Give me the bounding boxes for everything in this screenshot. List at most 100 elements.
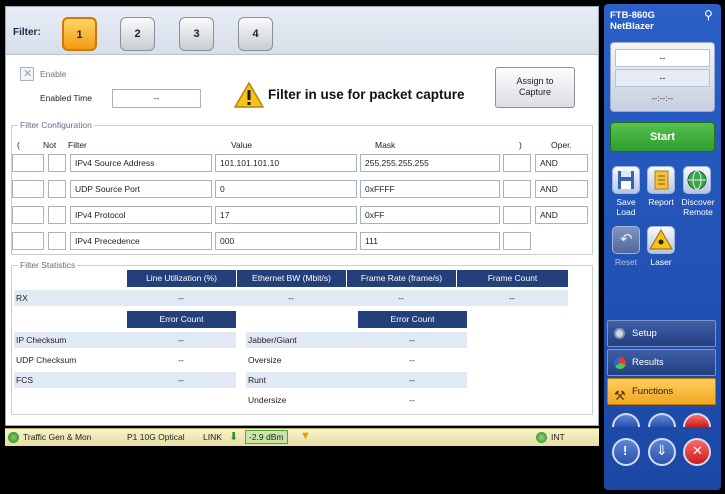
not-cell[interactable] — [48, 232, 66, 250]
save-label: Save — [616, 197, 636, 207]
close-paren-cell[interactable] — [503, 154, 531, 172]
col-open-paren: ( — [17, 140, 20, 150]
close-paren-cell[interactable] — [503, 232, 531, 250]
udp-checksum-value: -- — [178, 355, 184, 365]
not-cell[interactable] — [48, 206, 66, 224]
exit-button[interactable]: ✕ — [683, 438, 711, 466]
rx-ethernet-bw: -- — [288, 293, 294, 303]
minimize-button[interactable]: ⇓ — [648, 438, 676, 466]
close-icon: ✕ — [692, 443, 703, 458]
checkbox-x-icon: ✕ — [23, 68, 33, 80]
filter-panel: Filter: 1 2 3 4 ✕ Enable Enabled Time --… — [5, 6, 599, 426]
oper-cell[interactable]: AND — [535, 154, 588, 172]
mask-cell[interactable]: 0xFFFF — [360, 180, 500, 198]
globe-icon — [687, 170, 707, 190]
report-button[interactable] — [647, 166, 675, 194]
results-pie-icon — [614, 357, 626, 369]
menu-setup[interactable]: Setup — [607, 320, 716, 347]
reset-arrow-icon: ↶ — [620, 231, 633, 248]
mask-cell[interactable]: 255.255.255.255 — [360, 154, 500, 172]
udp-checksum-label: UDP Checksum — [16, 355, 77, 365]
menu-functions-label: Functions — [632, 386, 674, 397]
value-cell[interactable]: 101.101.101.10 — [215, 154, 357, 172]
value-cell[interactable]: 17 — [215, 206, 357, 224]
filter-tab-2[interactable]: 2 — [120, 17, 155, 51]
open-paren-cell[interactable] — [12, 206, 44, 224]
discover-label: Discover — [681, 197, 715, 207]
down-arrow-icon: ⇓ — [656, 442, 668, 458]
assign-to-capture-button[interactable]: Assign to Capture — [495, 67, 575, 108]
jabber-giant-label: Jabber/Giant — [248, 335, 297, 345]
discover-remote-button[interactable] — [683, 166, 711, 194]
app-name: Traffic Gen & Mon — [23, 432, 92, 442]
filter-cell[interactable]: IPv4 Source Address — [70, 154, 212, 172]
col-value: Value — [231, 140, 253, 150]
filter-cell[interactable]: IPv4 Protocol — [70, 206, 212, 224]
close-paren-cell[interactable] — [503, 180, 531, 198]
rx-label: RX — [16, 293, 28, 303]
open-paren-cell[interactable] — [12, 154, 44, 172]
close-paren-cell[interactable] — [503, 206, 531, 224]
filter-tab-3[interactable]: 3 — [179, 17, 214, 51]
runt-value: -- — [409, 375, 415, 385]
display-top: -- — [615, 49, 710, 67]
info-button[interactable]: ! — [612, 438, 640, 466]
filter-cell[interactable]: UDP Source Port — [70, 180, 212, 198]
help-icon[interactable]: ⚲ — [704, 8, 713, 22]
open-paren-cell[interactable] — [12, 180, 44, 198]
info-button-top — [612, 413, 640, 427]
mask-cell[interactable]: 111 — [360, 232, 500, 250]
mask-cell[interactable]: 0xFF — [360, 206, 500, 224]
load-label: Load — [616, 207, 636, 217]
setup-gear-icon — [614, 328, 625, 339]
menu-functions[interactable]: ⚒ Functions — [607, 378, 716, 405]
port-status: P1 10G Optical — [127, 432, 185, 442]
assign-button-label: Assign to Capture — [516, 76, 554, 97]
filter-tab-bar: Filter: 1 2 3 4 — [6, 7, 598, 55]
app-status-icon — [8, 432, 19, 443]
clock-source: INT — [551, 432, 565, 442]
error-count-header-left: Error Count — [126, 311, 236, 328]
not-cell[interactable] — [48, 180, 66, 198]
laser-button[interactable] — [647, 226, 675, 254]
close-button-top — [683, 413, 711, 427]
stats-col-frame-rate: Frame Rate (frame/s) — [346, 270, 456, 287]
timer-display: --:--:-- — [651, 93, 674, 103]
start-button[interactable]: Start — [610, 122, 715, 152]
not-cell[interactable] — [48, 154, 66, 172]
save-icon — [618, 171, 634, 189]
col-not: Not — [43, 140, 57, 150]
clock-icon — [536, 432, 547, 443]
open-paren-cell[interactable] — [12, 232, 44, 250]
value-cell[interactable]: 0 — [215, 180, 357, 198]
link-status: LINK — [203, 432, 222, 442]
oper-cell[interactable]: AND — [535, 180, 588, 198]
filter-cell[interactable]: IPv4 Precedence — [70, 232, 212, 250]
col-mask: Mask — [375, 140, 396, 150]
stats-col-ethernet-bw: Ethernet BW (Mbit/s) — [236, 270, 346, 287]
warning-text: Filter in use for packet capture — [268, 87, 465, 102]
menu-results[interactable]: Results — [607, 349, 716, 376]
power-level: -2.9 dBm — [245, 430, 288, 444]
filter-tab-1[interactable]: 1 — [62, 17, 97, 51]
error-count-header-right: Error Count — [357, 311, 467, 328]
report-label: Report — [648, 197, 674, 207]
col-oper: Oper. — [551, 140, 572, 150]
enable-checkbox[interactable]: ✕ — [20, 67, 34, 81]
oper-cell[interactable]: AND — [535, 206, 588, 224]
report-icon — [654, 170, 669, 190]
reset-button[interactable]: ↶ — [612, 226, 640, 254]
fcs-label: FCS — [16, 375, 33, 385]
laser-warning-icon — [649, 229, 673, 250]
col-filter: Filter — [68, 140, 87, 150]
display-mid: -- — [615, 69, 710, 87]
down-button-top — [648, 413, 676, 427]
warning-icon — [234, 81, 264, 108]
undersize-label: Undersize — [248, 395, 287, 405]
save-load-button[interactable] — [612, 166, 640, 194]
functions-wrench-icon: ⚒ — [614, 388, 626, 403]
remote-label: Remote — [683, 207, 713, 217]
rx-frame-count: -- — [509, 293, 515, 303]
filter-tab-4[interactable]: 4 — [238, 17, 273, 51]
value-cell[interactable]: 000 — [215, 232, 357, 250]
